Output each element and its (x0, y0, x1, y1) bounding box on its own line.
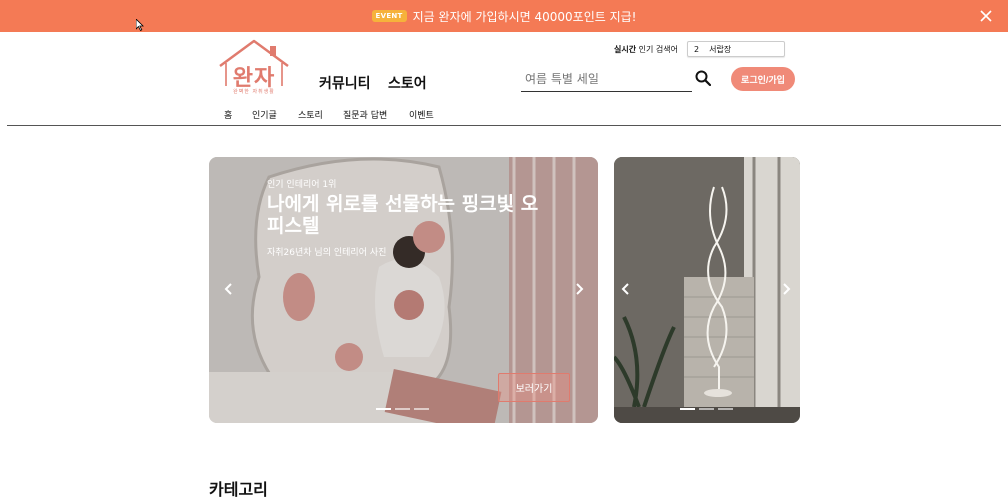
hero-caption: 자취26년차 님의 인테리어 사진 (267, 248, 387, 258)
pagination-dot[interactable] (680, 408, 695, 410)
pagination-dot[interactable] (699, 408, 714, 410)
chevron-right-icon[interactable] (573, 282, 585, 296)
search-bar (521, 66, 692, 92)
subnav-story[interactable]: 스토리 (298, 108, 323, 121)
hero-slide-main[interactable]: 인기 인테리어 1위 나에게 위로를 선물하는 핑크빛 오피스텔 자취26년차 … (209, 157, 598, 423)
category-section-title: 카테고리 (209, 480, 268, 499)
hero-eyebrow: 인기 인테리어 1위 (267, 180, 337, 190)
subnav-event[interactable]: 이벤트 (409, 108, 434, 121)
event-banner: EVENT 지금 완자에 가입하시면 40000포인트 지급! (0, 0, 1008, 32)
subnav-home[interactable]: 홈 (224, 108, 232, 121)
search-input[interactable] (521, 66, 692, 91)
event-message[interactable]: 지금 완자에 가입하시면 40000포인트 지급! (413, 8, 637, 25)
trending-keyword-box[interactable]: 2 서랍장 (687, 41, 785, 57)
hero-pagination (376, 408, 429, 410)
login-signup-button[interactable]: 로그인/가입 (731, 67, 795, 91)
hero-title: 나에게 위로를 선물하는 핑크빛 오피스텔 (267, 193, 539, 237)
pagination-dot[interactable] (395, 408, 410, 410)
trending-keyword: 서랍장 (709, 44, 732, 54)
nav-store[interactable]: 스토어 (388, 73, 427, 93)
lamp-photo-illustration (614, 157, 800, 423)
logo-tagline: 완벽한 자취생활 (233, 89, 275, 95)
pagination-dot[interactable] (414, 408, 429, 410)
header-divider (7, 125, 1001, 126)
subnav-popular[interactable]: 인기글 (252, 108, 277, 121)
nav-community[interactable]: 커뮤니티 (319, 73, 371, 93)
chevron-left-icon[interactable] (620, 282, 632, 296)
chevron-left-icon[interactable] (223, 282, 235, 296)
subnav-qna[interactable]: 질문과 답변 (343, 108, 387, 121)
search-icon[interactable] (695, 70, 711, 86)
secondary-pagination (680, 408, 733, 410)
close-icon[interactable] (976, 6, 996, 26)
hero-slide-secondary[interactable] (614, 157, 800, 423)
trending-label: 실시간 인기 검색어 (614, 44, 678, 55)
pagination-dot[interactable] (718, 408, 733, 410)
mouse-cursor-icon (136, 19, 144, 31)
chevron-right-icon[interactable] (780, 282, 792, 296)
hero-more-button[interactable]: 보러가기 (498, 373, 570, 402)
site-logo[interactable]: 완자 완벽한 자취생활 (216, 38, 292, 100)
trending-rank: 2 (694, 44, 700, 54)
pagination-dot[interactable] (376, 408, 391, 410)
trending-label-bold: 실시간 (614, 45, 637, 54)
trending-label-rest: 인기 검색어 (636, 45, 678, 54)
event-badge: EVENT (371, 10, 407, 22)
